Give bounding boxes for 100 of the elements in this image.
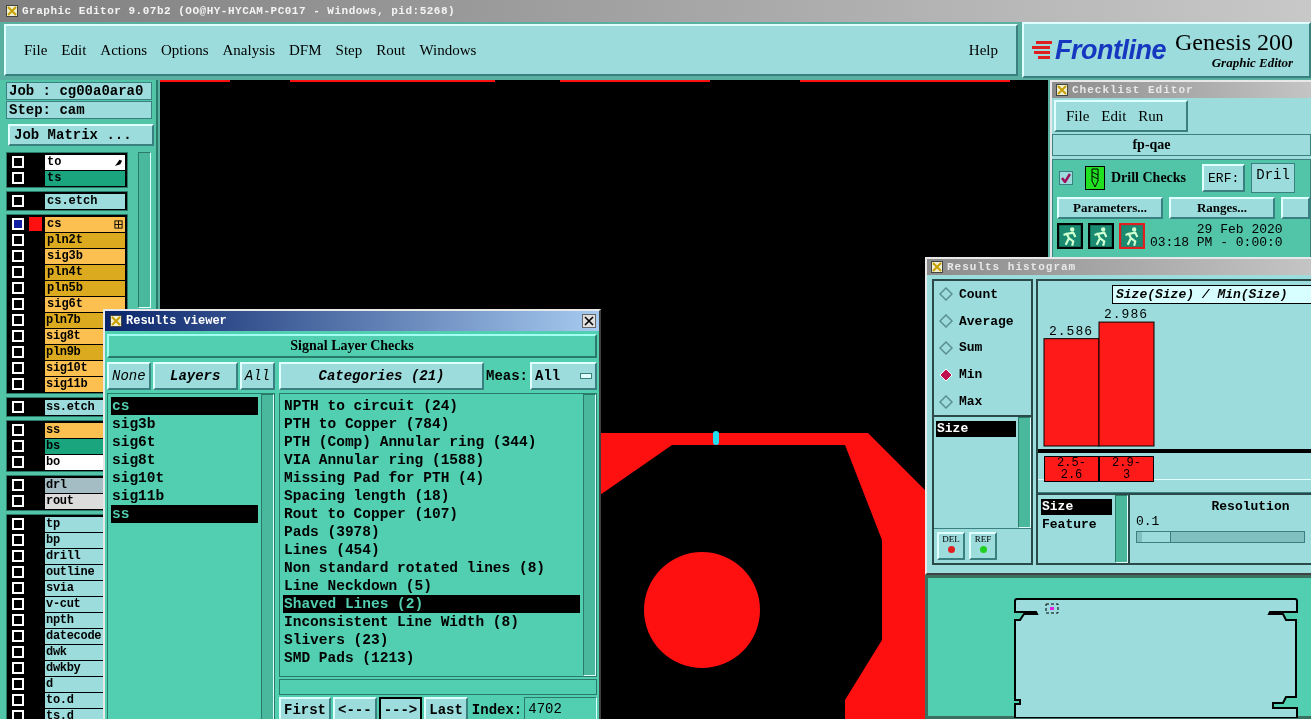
layer-checkbox[interactable] xyxy=(12,710,24,719)
layer-item[interactable]: ts.d xyxy=(45,708,103,719)
refresh-button[interactable]: REF xyxy=(969,532,997,560)
list-item[interactable]: Lines (454) xyxy=(283,541,580,559)
radio-label[interactable]: Average xyxy=(959,313,1014,329)
list-item[interactable]: Feature xyxy=(1041,517,1112,533)
layer-item[interactable]: rout xyxy=(45,493,103,509)
layer-checkbox[interactable] xyxy=(12,218,24,230)
nav-button[interactable]: First xyxy=(279,697,331,719)
erf-field[interactable]: Dril xyxy=(1251,163,1295,193)
scrollbar[interactable] xyxy=(138,152,151,308)
list-item[interactable]: SMD Pads (1213) xyxy=(283,649,580,667)
layer-item[interactable]: bo xyxy=(45,454,103,470)
menu-item[interactable]: Analysis xyxy=(218,39,280,61)
layer-item[interactable]: sig10t xyxy=(45,360,103,376)
list-item[interactable]: NPTH to circuit (24) xyxy=(283,397,580,415)
scrollbar[interactable] xyxy=(261,394,274,719)
layer-item[interactable]: v-cut xyxy=(45,596,103,612)
layer-item[interactable]: drill xyxy=(45,548,103,564)
layer-item[interactable]: bs xyxy=(45,438,103,454)
none-button[interactable]: None xyxy=(107,362,151,390)
radio-label[interactable]: Max xyxy=(959,394,983,410)
histogram-bar[interactable] xyxy=(1043,338,1100,447)
dialog-button[interactable]: Parameters... xyxy=(1057,197,1163,219)
layer-item[interactable]: sig8t xyxy=(45,328,103,344)
list-item[interactable]: Non standard rotated lines (8) xyxy=(283,559,580,577)
menu-item[interactable]: Step xyxy=(331,39,367,61)
dialog-button[interactable] xyxy=(1280,197,1310,219)
layer-checkbox[interactable] xyxy=(12,678,24,690)
menu-item[interactable]: File xyxy=(20,39,52,61)
layer-checkbox[interactable] xyxy=(12,598,24,610)
layer-checkbox[interactable] xyxy=(12,646,24,658)
layer-item[interactable]: d xyxy=(45,676,103,692)
index-field[interactable]: 4702 xyxy=(524,697,597,719)
layer-item[interactable]: cs.etch xyxy=(45,193,125,209)
list-item[interactable]: Size xyxy=(1041,499,1112,515)
layer-checkbox[interactable] xyxy=(12,534,24,546)
check-checkbox[interactable] xyxy=(1059,171,1073,185)
layer-checkbox[interactable] xyxy=(12,330,24,342)
slider-track[interactable] xyxy=(1136,531,1305,543)
layer-checkbox[interactable] xyxy=(12,550,24,562)
heading-button[interactable]: Signal Layer Checks xyxy=(107,334,597,358)
layer-checkbox[interactable] xyxy=(12,456,24,468)
layer-checkbox[interactable] xyxy=(12,440,24,452)
layer-checkbox[interactable] xyxy=(12,378,24,390)
menu-item[interactable]: Help xyxy=(964,39,1002,61)
layer-item[interactable]: pln9b xyxy=(45,344,103,360)
layer-item[interactable]: ts xyxy=(45,170,125,186)
list-item[interactable]: Missing Pad for PTH (4) xyxy=(283,469,580,487)
layer-item[interactable]: datecode xyxy=(45,628,103,644)
layer-checkbox[interactable] xyxy=(12,614,24,626)
layer-item[interactable]: outline xyxy=(45,564,103,580)
radio-button[interactable] xyxy=(939,394,953,409)
list-item[interactable]: Pads (3978) xyxy=(283,523,580,541)
list-item[interactable]: sig8t xyxy=(111,451,258,469)
layer-checkbox[interactable] xyxy=(12,266,24,278)
layer-item[interactable]: to.d xyxy=(45,692,103,708)
erf-button[interactable]: ERF: xyxy=(1202,164,1246,192)
menu-item[interactable]: File xyxy=(1062,107,1094,125)
layer-item[interactable]: sig11b xyxy=(45,376,103,392)
slider-thumb[interactable] xyxy=(1142,532,1171,542)
layer-checkbox[interactable] xyxy=(12,694,24,706)
list-item[interactable]: cs xyxy=(111,397,258,415)
layers-button[interactable]: Layers xyxy=(152,362,238,390)
list-item[interactable]: Rout to Copper (107) xyxy=(283,505,580,523)
list-item[interactable]: Size xyxy=(936,421,1016,437)
list-item[interactable]: VIA Annular ring (1588) xyxy=(283,451,580,469)
nav-button[interactable]: <--- xyxy=(333,697,377,719)
list-item[interactable]: Spacing length (18) xyxy=(283,487,580,505)
layer-item[interactable]: sig3b xyxy=(45,248,125,264)
menu-item[interactable]: Options xyxy=(157,39,213,61)
layer-checkbox[interactable] xyxy=(12,172,24,184)
layer-checkbox[interactable] xyxy=(12,582,24,594)
list-item[interactable]: sig11b xyxy=(111,487,258,505)
categories-button[interactable]: Categories (21) xyxy=(279,362,484,390)
layer-checkbox[interactable] xyxy=(12,566,24,578)
layer-item[interactable]: to xyxy=(45,154,125,170)
layer-item[interactable]: cs xyxy=(45,216,125,232)
histogram-bar[interactable] xyxy=(1098,321,1155,447)
layer-item[interactable]: pln2t xyxy=(45,232,125,248)
layer-checkbox[interactable] xyxy=(12,662,24,674)
layer-checkbox[interactable] xyxy=(12,479,24,491)
layer-checkbox[interactable] xyxy=(12,401,24,413)
layer-item[interactable]: tp xyxy=(45,516,103,532)
list-item[interactable]: sig6t xyxy=(111,433,258,451)
layer-item[interactable]: pln4t xyxy=(45,264,125,280)
radio-label[interactable]: Min xyxy=(959,367,983,383)
radio-label[interactable]: Sum xyxy=(959,340,983,356)
layer-item[interactable]: ss xyxy=(45,422,103,438)
menu-item[interactable]: Edit xyxy=(57,39,91,61)
running-figure-icon[interactable] xyxy=(1057,223,1083,249)
layer-checkbox[interactable] xyxy=(12,282,24,294)
list-item[interactable]: Slivers (23) xyxy=(283,631,580,649)
list-item[interactable]: PTH to Copper (784) xyxy=(283,415,580,433)
layer-checkbox[interactable] xyxy=(12,424,24,436)
layer-item[interactable]: pln5b xyxy=(45,280,125,296)
scrollbar[interactable] xyxy=(1115,495,1128,563)
scrollbar[interactable] xyxy=(1018,417,1031,528)
layer-item[interactable]: sig6t xyxy=(45,296,125,312)
close-icon[interactable] xyxy=(582,314,596,328)
